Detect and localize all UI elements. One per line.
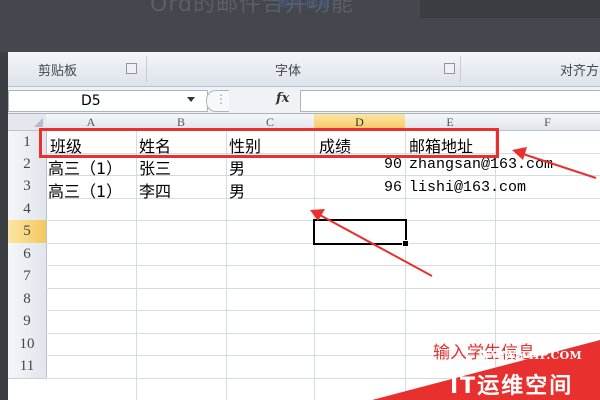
annotation-arrow-to-header bbox=[512, 147, 597, 179]
watermark-url: WWW.94IP.COM bbox=[478, 349, 583, 362]
annotation-arrow-to-data bbox=[310, 209, 433, 277]
watermark-logo: IT运维空间 bbox=[450, 374, 574, 399]
